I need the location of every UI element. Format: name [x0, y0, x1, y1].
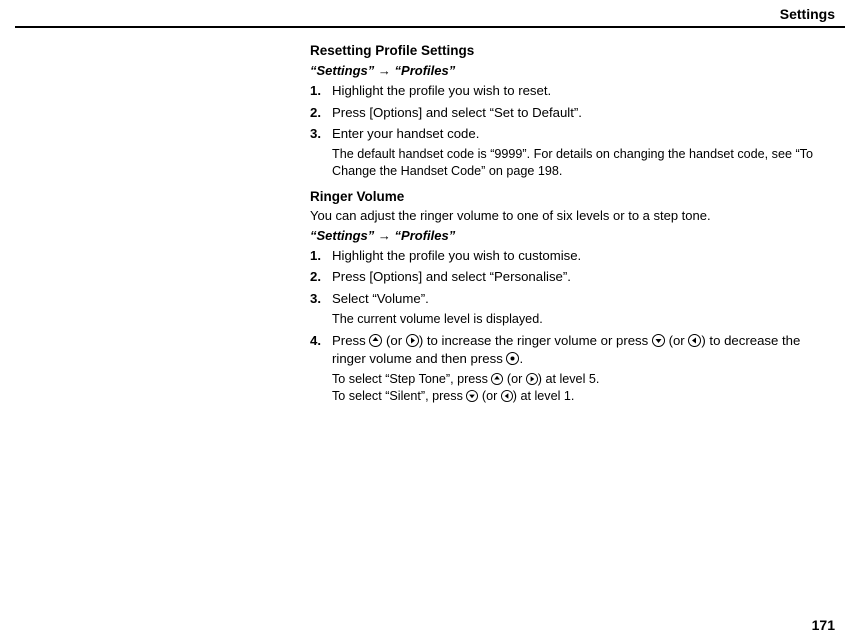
left-key-icon [688, 334, 701, 347]
center-key-icon [506, 352, 519, 365]
steps-ringer: 1. Highlight the profile you wish to cus… [310, 247, 830, 405]
list-item: 3. Select “Volume”. The current volume l… [310, 290, 830, 328]
breadcrumb-part: “Profiles” [395, 228, 456, 243]
step-text-part: ) to increase the ringer volume or press [419, 333, 652, 348]
list-item: 1. Highlight the profile you wish to res… [310, 82, 830, 100]
note-text-part: To select “Silent”, press [332, 389, 466, 403]
page-content: Resetting Profile Settings “Settings” → … [310, 42, 830, 405]
step-text: Select “Volume”. [332, 291, 429, 306]
up-key-icon [491, 373, 503, 385]
step-note: To select “Step Tone”, press (or ) at le… [332, 371, 830, 405]
note-text-part: To select “Step Tone”, press [332, 372, 491, 386]
step-number: 1. [310, 247, 332, 265]
step-text-part: (or [382, 333, 405, 348]
steps-reset: 1. Highlight the profile you wish to res… [310, 82, 830, 180]
step-note: The current volume level is displayed. [332, 311, 830, 328]
left-key-icon [501, 390, 513, 402]
step-body: Select “Volume”. The current volume leve… [332, 290, 830, 328]
breadcrumb-arrow: → [374, 228, 394, 243]
list-item: 4. Press (or ) to increase the ringer vo… [310, 332, 830, 405]
list-item: 2. Press [Options] and select “Set to De… [310, 104, 830, 122]
step-number: 3. [310, 125, 332, 180]
step-number: 3. [310, 290, 332, 328]
page-number: 171 [812, 617, 835, 633]
down-key-icon [652, 334, 665, 347]
breadcrumb-arrow: → [374, 63, 394, 78]
page-header: Settings [0, 0, 860, 26]
note-text-part: ) at level 1. [513, 389, 575, 403]
step-body: Enter your handset code. The default han… [332, 125, 830, 180]
note-text-part: ) at level 5. [538, 372, 600, 386]
breadcrumb-part: “Settings” [310, 228, 374, 243]
list-item: 1. Highlight the profile you wish to cus… [310, 247, 830, 265]
list-item: 2. Press [Options] and select “Personali… [310, 268, 830, 286]
step-note: The default handset code is “9999”. For … [332, 146, 830, 180]
step-text: Press [Options] and select “Personalise”… [332, 268, 830, 286]
note-text-part: (or [503, 372, 525, 386]
section-intro: You can adjust the ringer volume to one … [310, 207, 830, 225]
step-number: 2. [310, 268, 332, 286]
breadcrumb-part: “Settings” [310, 63, 374, 78]
right-key-icon [406, 334, 419, 347]
step-number: 4. [310, 332, 332, 405]
right-key-icon [526, 373, 538, 385]
step-text-part: Press [332, 333, 369, 348]
step-text: Enter your handset code. [332, 126, 479, 141]
breadcrumb-ringer: “Settings” → “Profiles” [310, 227, 830, 245]
list-item: 3. Enter your handset code. The default … [310, 125, 830, 180]
section-title-ringer: Ringer Volume [310, 188, 830, 206]
step-text: Highlight the profile you wish to custom… [332, 247, 830, 265]
step-number: 1. [310, 82, 332, 100]
step-body: Press (or ) to increase the ringer volum… [332, 332, 830, 405]
note-text-part: (or [478, 389, 500, 403]
down-key-icon [466, 390, 478, 402]
section-title-reset: Resetting Profile Settings [310, 42, 830, 60]
step-text-part: (or [665, 333, 688, 348]
up-key-icon [369, 334, 382, 347]
step-number: 2. [310, 104, 332, 122]
header-rule [15, 26, 845, 28]
step-text: Press [Options] and select “Set to Defau… [332, 104, 830, 122]
breadcrumb-part: “Profiles” [395, 63, 456, 78]
breadcrumb-reset: “Settings” → “Profiles” [310, 62, 830, 80]
step-text-part: . [519, 351, 523, 366]
step-text: Highlight the profile you wish to reset. [332, 82, 830, 100]
